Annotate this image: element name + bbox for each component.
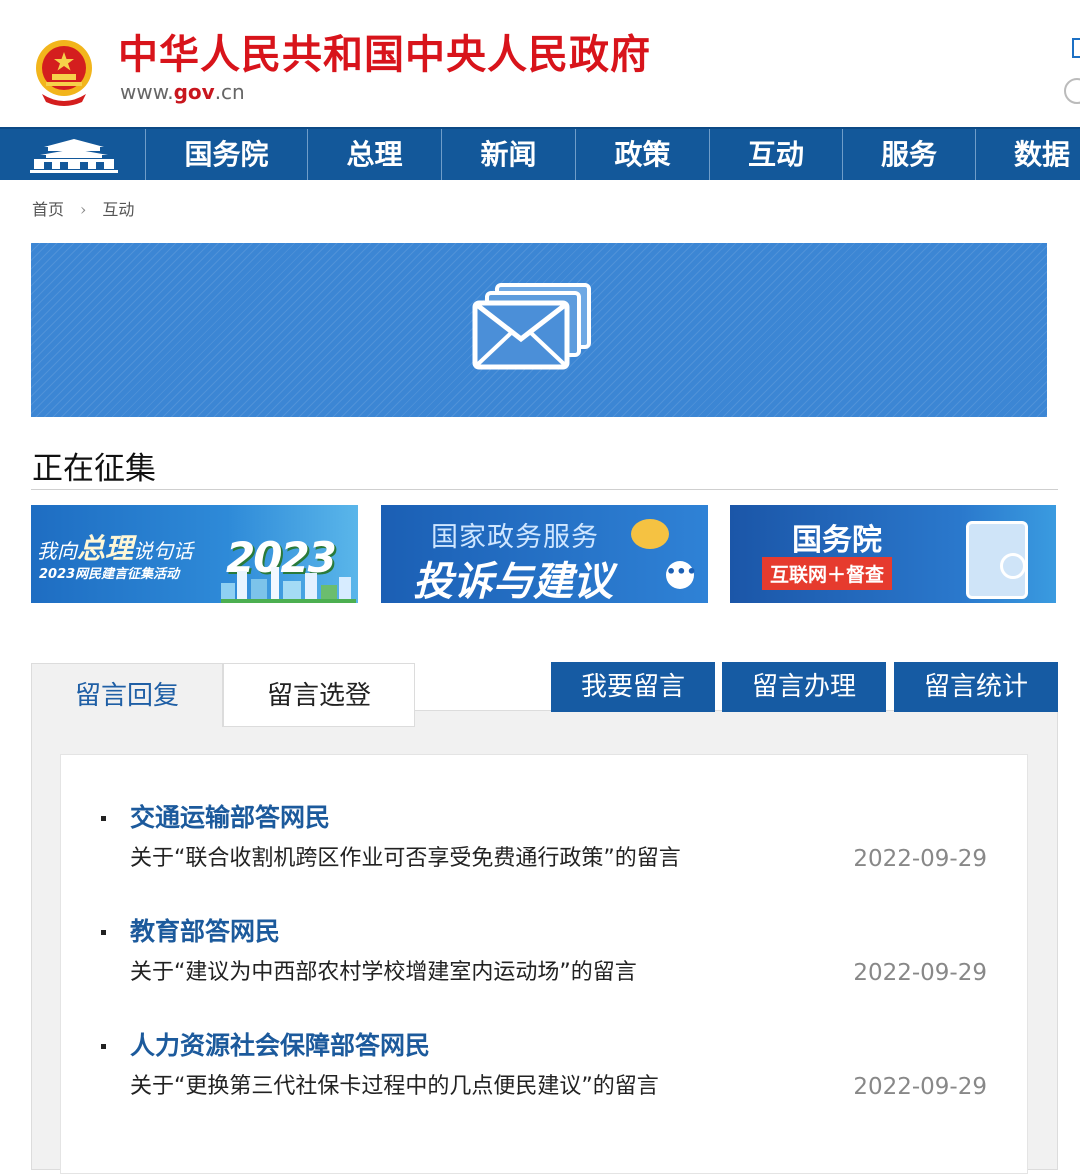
tiananmen-icon bbox=[30, 139, 118, 173]
message-title[interactable]: 人力资源社会保障部答网民 bbox=[130, 1030, 430, 1062]
tab-message-reply[interactable]: 留言回复 bbox=[31, 663, 223, 727]
message-date: 2022-09-29 bbox=[853, 960, 987, 986]
site-header: 中华人民共和国中央人民政府 www.gov.cn bbox=[0, 0, 1080, 127]
message-title[interactable]: 教育部答网民 bbox=[130, 916, 280, 948]
section-title: 正在征集 bbox=[32, 451, 156, 487]
nav-item-hudong[interactable]: 互动 bbox=[710, 129, 843, 180]
search-icon[interactable] bbox=[1064, 78, 1080, 104]
message-date: 2022-09-29 bbox=[853, 1074, 987, 1100]
promo-1-subtitle: 2023网民建言征集活动 bbox=[39, 567, 180, 582]
nav-item-fuwu[interactable]: 服务 bbox=[843, 129, 976, 180]
nav-home[interactable] bbox=[0, 129, 146, 180]
section-divider bbox=[31, 489, 1058, 490]
promo-3-headline: 国务院 bbox=[792, 523, 882, 558]
list-bullet bbox=[101, 816, 106, 821]
message-list: 交通运输部答网民 关于“联合收割机跨区作业可否享受免费通行政策”的留言 2022… bbox=[60, 754, 1028, 1174]
list-bullet bbox=[101, 930, 106, 935]
nav-item-zhengce[interactable]: 政策 bbox=[576, 129, 710, 180]
message-stats-button[interactable]: 留言统计 bbox=[894, 662, 1058, 712]
message-title[interactable]: 交通运输部答网民 bbox=[130, 802, 330, 834]
national-emblem-icon[interactable] bbox=[32, 38, 96, 106]
promo-internet-supervision[interactable]: 国务院 互联网＋督查 bbox=[730, 505, 1056, 603]
magnifier-icon bbox=[1000, 553, 1026, 579]
interaction-banner bbox=[31, 243, 1047, 417]
nav-item-xinwen[interactable]: 新闻 bbox=[442, 129, 576, 180]
message-description[interactable]: 关于“更换第三代社保卡过程中的几点便民建议”的留言 bbox=[130, 1072, 659, 1102]
breadcrumb-current[interactable]: 互动 bbox=[102, 200, 134, 219]
message-handling-button[interactable]: 留言办理 bbox=[722, 662, 886, 712]
promo-message-premier[interactable]: 我向总理说句话 2023网民建言征集活动 2023 bbox=[31, 505, 358, 603]
envelope-stack-icon bbox=[472, 283, 591, 370]
breadcrumb-separator: › bbox=[80, 200, 87, 219]
promo-2-title: 投诉与建议 bbox=[413, 559, 613, 603]
url-gov: gov bbox=[173, 80, 215, 104]
city-skyline-icon bbox=[221, 567, 356, 603]
message-description[interactable]: 关于“建议为中西部农村学校增建室内运动场”的留言 bbox=[130, 958, 637, 988]
site-title[interactable]: 中华人民共和国中央人民政府 bbox=[118, 30, 651, 80]
more-dots-icon: ••• bbox=[666, 561, 697, 589]
message-description[interactable]: 关于“联合收割机跨区作业可否享受免费通行政策”的留言 bbox=[130, 844, 681, 874]
main-nav: 国务院 总理 新闻 政策 互动 服务 数据 bbox=[0, 127, 1080, 180]
leave-message-button[interactable]: 我要留言 bbox=[551, 662, 715, 712]
promo-3-badge: 互联网＋督查 bbox=[762, 557, 893, 590]
promo-1-headline: 我向总理说句话 bbox=[37, 532, 194, 565]
site-url[interactable]: www.gov.cn bbox=[120, 80, 245, 104]
url-prefix: www. bbox=[120, 80, 174, 104]
promo-complaints-suggestions[interactable]: 国家政务服务 投诉与建议 ••• bbox=[381, 505, 708, 603]
nav-item-guowuyuan[interactable]: 国务院 bbox=[146, 129, 308, 180]
breadcrumb: 首页 › 互动 bbox=[32, 198, 134, 222]
message-date: 2022-09-29 bbox=[853, 846, 987, 872]
tab-message-selection[interactable]: 留言选登 bbox=[223, 663, 415, 727]
nav-item-shuju[interactable]: 数据 bbox=[976, 129, 1080, 180]
url-suffix: .cn bbox=[214, 80, 245, 104]
nav-item-zongli[interactable]: 总理 bbox=[308, 129, 442, 180]
breadcrumb-home[interactable]: 首页 bbox=[32, 200, 64, 219]
mail-icon[interactable] bbox=[1072, 38, 1080, 58]
chat-bubble-icon bbox=[631, 519, 669, 549]
list-bullet bbox=[101, 1044, 106, 1049]
